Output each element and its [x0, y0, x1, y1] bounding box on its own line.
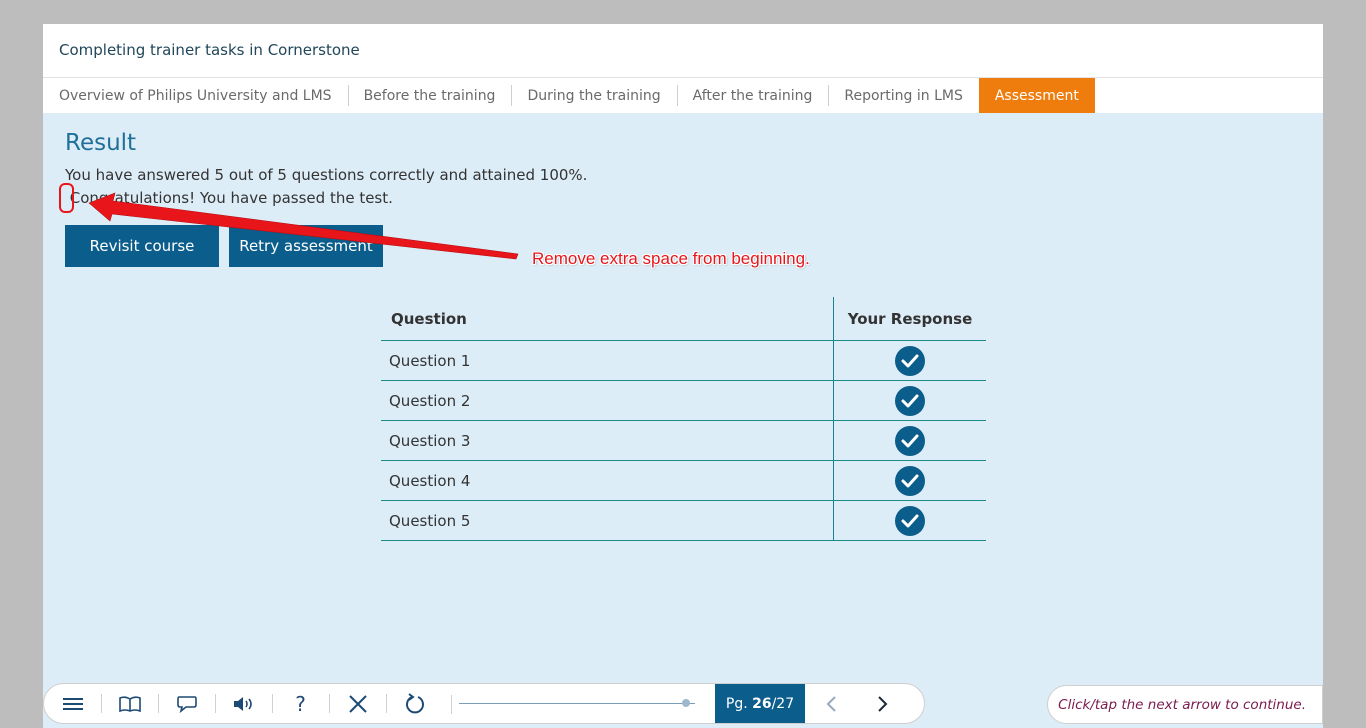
next-button[interactable]: [857, 684, 909, 723]
page-prefix: Pg.: [725, 695, 753, 712]
comments-button[interactable]: [158, 684, 215, 723]
player-toolbar: ? Pg. 26/27: [43, 683, 925, 724]
annotation-arrow: [88, 192, 519, 260]
book-icon: [118, 695, 141, 712]
menu-icon: [62, 697, 83, 710]
page-indicator: Pg. 26/27: [715, 684, 805, 723]
audio-button[interactable]: [215, 684, 272, 723]
progress-handle[interactable]: [682, 699, 691, 707]
annotation-text: Remove extra space from beginning.: [532, 249, 810, 268]
highlight-marker: [59, 183, 74, 213]
speech-bubble-icon: [176, 695, 197, 713]
page-current: 26: [752, 695, 772, 712]
progress-track: [459, 703, 695, 704]
volume-icon: [233, 696, 252, 711]
help-button[interactable]: ?: [272, 684, 329, 723]
menu-button[interactable]: [44, 684, 101, 723]
exit-button[interactable]: [329, 684, 386, 723]
help-icon: ?: [295, 691, 306, 716]
page-total: /27: [771, 695, 795, 712]
annotation-overlay: [59, 183, 519, 260]
glossary-button[interactable]: [101, 684, 158, 723]
progress-bar[interactable]: [451, 684, 715, 723]
close-icon: [348, 694, 367, 713]
previous-button[interactable]: [805, 684, 857, 723]
continue-hint: Click/tap the next arrow to continue.: [1047, 685, 1323, 724]
refresh-icon: [405, 692, 424, 713]
chevron-right-icon: [878, 695, 888, 712]
chevron-left-icon: [826, 695, 836, 712]
restart-button[interactable]: [386, 684, 443, 723]
